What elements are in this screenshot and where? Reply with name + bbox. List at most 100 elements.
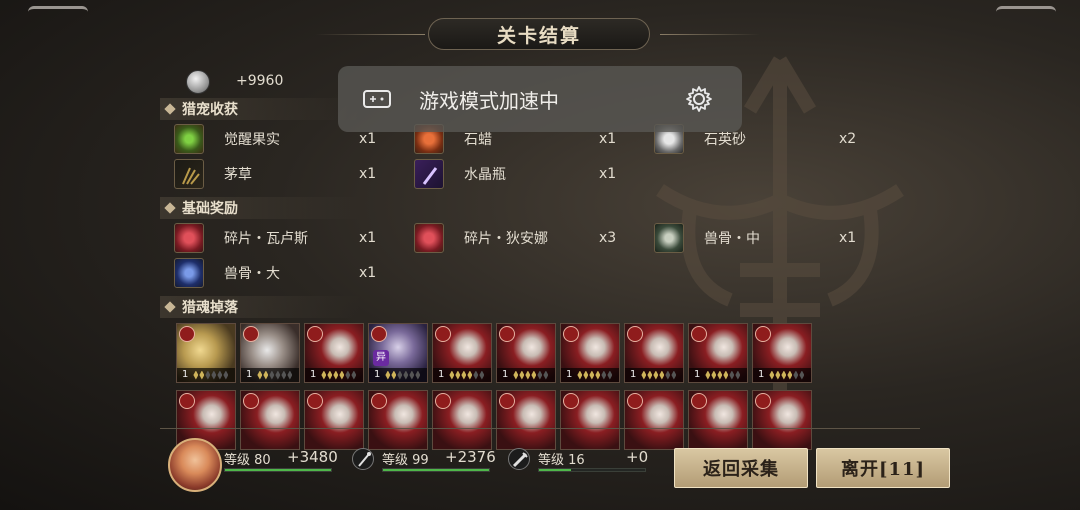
soul-card[interactable]: 1 (240, 323, 300, 383)
item-count: x1 (359, 131, 377, 147)
weapon2-xp-gain: +0 (626, 448, 649, 466)
item-name: 兽骨・中 (704, 231, 760, 247)
star-icon (397, 370, 403, 380)
hero-xp-bar (224, 468, 332, 472)
red-shard-icon (174, 223, 204, 253)
beast-emblem-icon (755, 393, 771, 409)
star-icon (339, 370, 345, 380)
star-icon (577, 370, 583, 380)
star-icon (205, 370, 211, 380)
weapon1-xp-gain: +2376 (445, 448, 496, 466)
top-right-corner-decoration (996, 6, 1056, 12)
game-mode-toast: 游戏模式加速中 (338, 66, 742, 132)
star-rating (385, 370, 421, 380)
section-label: 猎魂掉落 (182, 300, 238, 316)
soul-card[interactable]: 1 (304, 323, 364, 383)
diamond-bullet-icon (164, 202, 176, 214)
xp-bar-fill (539, 469, 571, 471)
item-count: x1 (599, 166, 617, 182)
star-icon (263, 370, 269, 380)
star-icon (671, 370, 677, 380)
star-rating (705, 370, 741, 380)
xp-bar-fill (383, 469, 489, 471)
star-icon (787, 370, 793, 380)
soul-card[interactable]: 1 (432, 323, 492, 383)
star-icon (193, 370, 199, 380)
page-title: 关卡结算 (428, 18, 650, 50)
soul-card[interactable]: 1 (624, 323, 684, 383)
reward-item[interactable]: 茅草 x1 (174, 159, 404, 189)
star-rating (321, 370, 357, 380)
beast-emblem-icon (371, 326, 387, 342)
item-count: x1 (359, 265, 377, 281)
star-icon (769, 370, 775, 380)
leave-button[interactable]: 离开[11] (816, 448, 950, 488)
soul-card-info: 1 (305, 368, 363, 382)
star-icon (641, 370, 647, 380)
star-icon (781, 370, 787, 380)
red-shard-icon (414, 223, 444, 253)
star-rating (769, 370, 805, 380)
soul-card[interactable]: 异1 (368, 323, 428, 383)
weapon-spear-icon (352, 448, 374, 470)
soul-card[interactable] (368, 390, 428, 450)
star-icon (659, 370, 665, 380)
soul-card[interactable] (432, 390, 492, 450)
soul-card-info: 1 (625, 368, 683, 382)
soul-card[interactable]: 1 (752, 323, 812, 383)
reward-item[interactable]: 兽骨・中 x1 (654, 223, 884, 253)
star-icon (385, 370, 391, 380)
soul-card[interactable]: 1 (560, 323, 620, 383)
star-rating (513, 370, 549, 380)
soul-card-info: 1 (433, 368, 491, 382)
soul-card[interactable]: 1 (688, 323, 748, 383)
beast-emblem-icon (627, 326, 643, 342)
gamepad-icon (363, 90, 391, 108)
reward-item[interactable]: 碎片・瓦卢斯 x1 (174, 223, 404, 253)
soul-card[interactable] (752, 390, 812, 450)
reward-item[interactable]: 兽骨・大 x1 (174, 258, 404, 288)
star-icon (275, 370, 281, 380)
soul-card-level: 1 (246, 369, 253, 380)
soul-card[interactable] (240, 390, 300, 450)
star-icon (449, 370, 455, 380)
gear-icon[interactable] (684, 84, 714, 114)
star-icon (653, 370, 659, 380)
soul-card[interactable]: 1 (496, 323, 556, 383)
star-icon (217, 370, 223, 380)
star-icon (793, 370, 799, 380)
weapon1-xp-bar (382, 468, 490, 472)
star-icon (583, 370, 589, 380)
star-icon (345, 370, 351, 380)
hero-avatar[interactable] (168, 438, 222, 492)
star-icon (351, 370, 357, 380)
weapon2-level: 等级 16 (538, 453, 585, 468)
beast-emblem-icon (499, 393, 515, 409)
star-icon (333, 370, 339, 380)
star-icon (199, 370, 205, 380)
diamond-bullet-icon (164, 301, 176, 313)
soul-card[interactable] (560, 390, 620, 450)
soul-card-level: 1 (758, 369, 765, 380)
beast-emblem-icon (755, 326, 771, 342)
return-gather-button[interactable]: 返回采集 (674, 448, 808, 488)
soul-card-info: 1 (561, 368, 619, 382)
item-count: x3 (599, 230, 617, 246)
star-icon (717, 370, 723, 380)
star-icon (455, 370, 461, 380)
soul-card[interactable] (496, 390, 556, 450)
star-icon (391, 370, 397, 380)
section-label: 基础奖励 (182, 201, 238, 217)
reward-item[interactable]: 碎片・狄安娜 x3 (414, 223, 644, 253)
soul-card[interactable]: 1 (176, 323, 236, 383)
beast-emblem-icon (371, 393, 387, 409)
soul-card[interactable] (304, 390, 364, 450)
star-icon (531, 370, 537, 380)
soul-card[interactable] (688, 390, 748, 450)
soul-card[interactable] (624, 390, 684, 450)
hero-level: 等级 80 (224, 453, 271, 468)
soul-card-info: 1 (177, 368, 235, 382)
reward-item[interactable]: 水晶瓶 x1 (414, 159, 644, 189)
star-icon (543, 370, 549, 380)
soul-card-level: 1 (182, 369, 189, 380)
